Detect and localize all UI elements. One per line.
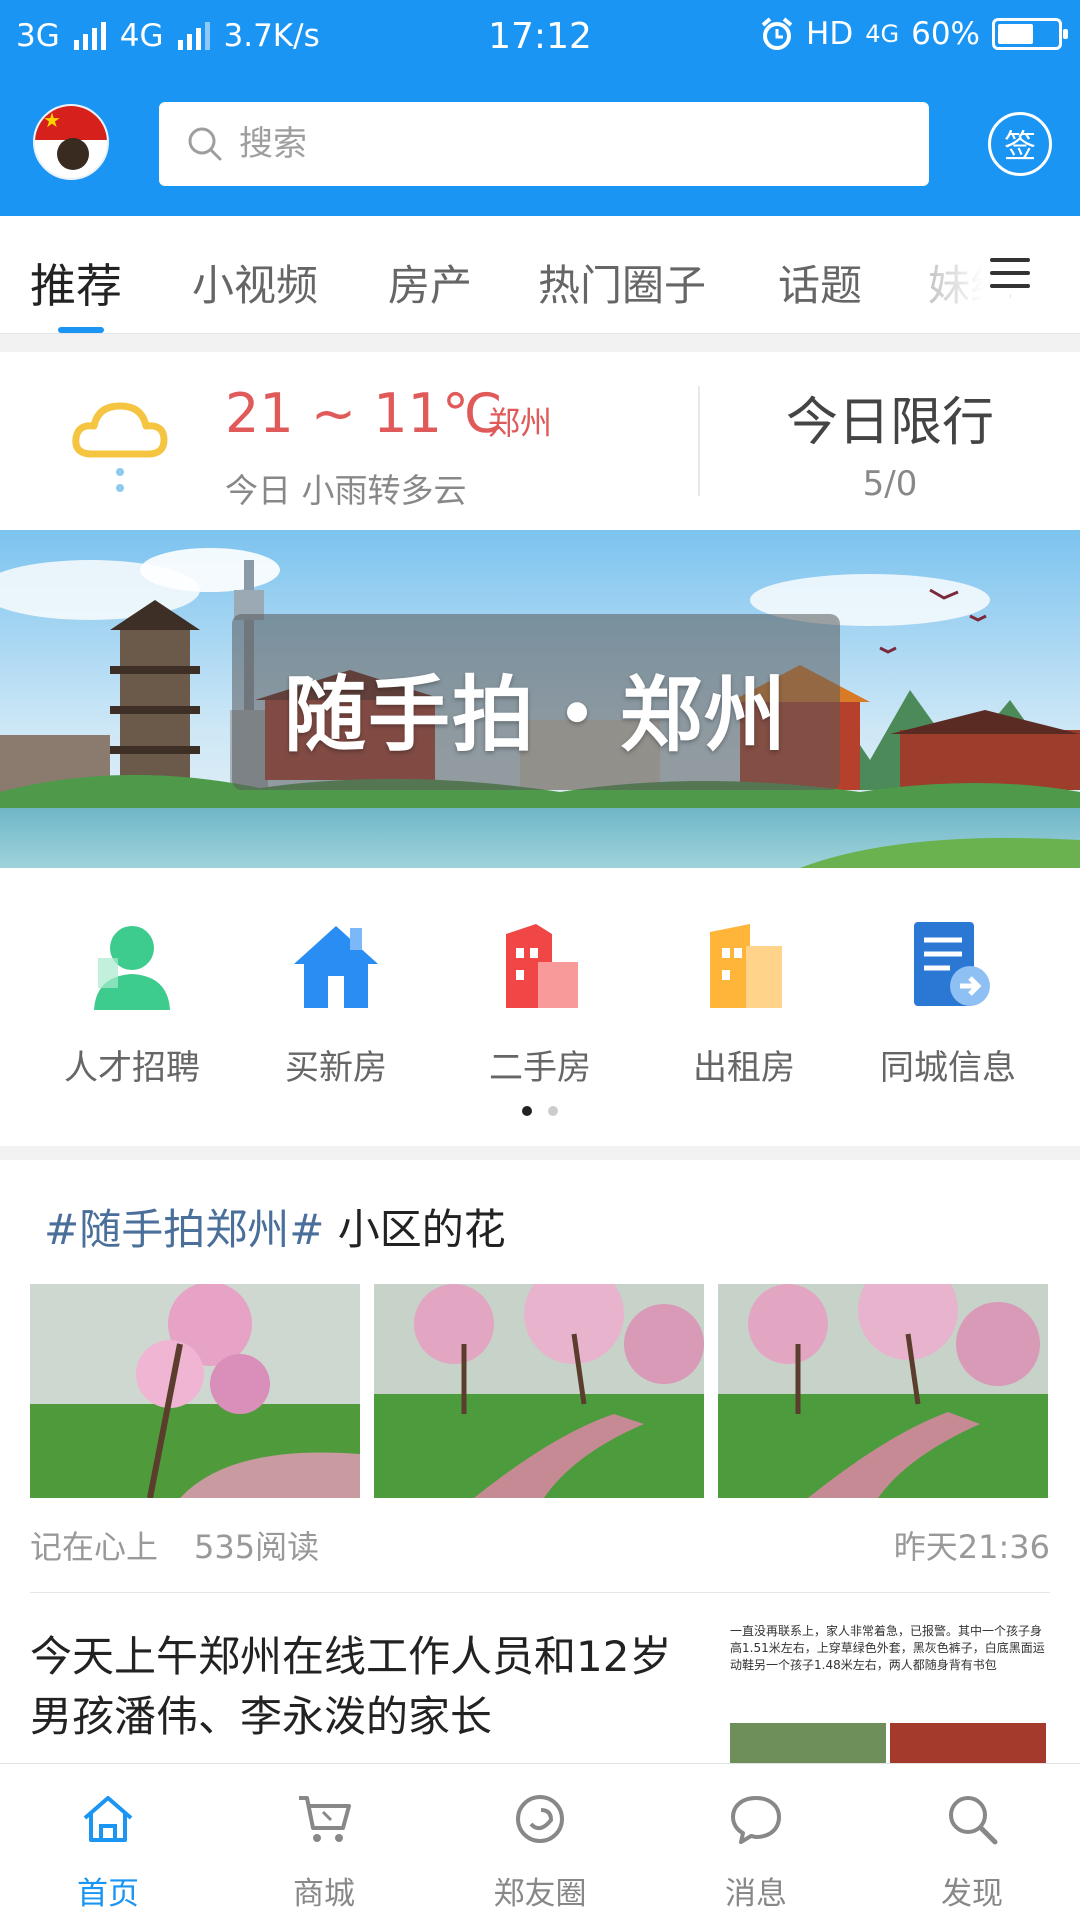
active-tab-indicator [58, 327, 104, 333]
search-input[interactable] [239, 124, 919, 164]
avatar-face [57, 138, 89, 170]
banner-caption: 随手拍・郑州 [283, 668, 788, 763]
page-indicator [0, 1106, 1080, 1116]
thumbnail-3[interactable] [718, 1284, 1048, 1498]
search-icon [188, 127, 222, 161]
person-icon [84, 918, 180, 1014]
quick-link-jobs[interactable]: 人才招聘 [24, 918, 240, 1089]
post-title: #随手拍郑州# 小区的花 [44, 1196, 506, 1257]
building-orange-icon [696, 918, 792, 1014]
post-reads: 535阅读 [194, 1528, 320, 1566]
post-hashtag[interactable]: #随手拍郑州# [44, 1205, 324, 1254]
nav-label: 商城 [293, 1876, 355, 1912]
star-icon: ★ [43, 108, 61, 132]
section-gap [0, 1146, 1080, 1160]
weather-description: 今日 小雨转多云 [225, 471, 467, 510]
battery-percent: 60% [911, 16, 980, 52]
traffic-limit-value: 5/0 [862, 464, 918, 504]
tab-short-video[interactable]: 小视频 [192, 252, 318, 313]
thumbnail-1[interactable] [30, 1284, 360, 1498]
traffic-limit-title[interactable]: 今日限行 [700, 380, 1080, 455]
quick-link-label: 买新房 [285, 1048, 387, 1088]
post-thumbnails [30, 1284, 1048, 1498]
menu-icon[interactable] [990, 258, 1030, 290]
post-title-text: 小区的花 [324, 1205, 506, 1254]
quick-link-second-hand[interactable]: 二手房 [432, 918, 648, 1089]
status-bar: 3G 4G 3.7K/s 17:12 HD 4G 60% [0, 0, 1080, 74]
document-arrow-icon [900, 918, 996, 1014]
news-headline: 今天上午郑州在线工作人员和12岁男孩潘伟、李永泼的家长 [30, 1632, 672, 1741]
tab-real-estate[interactable]: 房产 [388, 252, 472, 313]
network-type-3: 4G [865, 20, 900, 48]
nav-label: 消息 [725, 1876, 787, 1912]
quick-link-label: 人才招聘 [64, 1048, 200, 1088]
nav-discover[interactable]: 发现 [864, 1790, 1080, 1913]
avatar[interactable]: ★ [33, 104, 109, 180]
building-red-icon [492, 918, 588, 1014]
house-icon [288, 918, 384, 1014]
quick-link-label: 同城信息 [880, 1048, 1016, 1088]
category-tabs: 推荐 小视频 房产 热门圈子 话题 妹纸 [0, 216, 1080, 334]
post-author[interactable]: 记在心上 [30, 1528, 158, 1566]
bottom-navigation: 首页 商城 郑友圈 消息 发现 [0, 1763, 1080, 1920]
nav-label: 发现 [941, 1876, 1003, 1912]
home-icon [83, 1796, 133, 1842]
app-header: ★ 签 [0, 74, 1080, 216]
rain-cloud-icon [72, 402, 168, 492]
quick-link-rental[interactable]: 出租房 [636, 918, 852, 1089]
nav-messages[interactable]: 消息 [648, 1790, 864, 1913]
quick-link-new-house[interactable]: 买新房 [228, 918, 444, 1089]
status-right: HD 4G 60% [760, 16, 1068, 52]
feed-post-news[interactable]: 今天上午郑州在线工作人员和12岁男孩潘伟、李永泼的家长 一直没再联系上，家人非常… [0, 1593, 1080, 1763]
feed-post-photo[interactable]: #随手拍郑州# 小区的花 记在心上 535阅读 昨天21:36 [0, 1160, 1080, 1592]
nav-home[interactable]: 首页 [0, 1790, 216, 1913]
nav-label: 郑友圈 [493, 1876, 587, 1912]
quick-link-label: 二手房 [489, 1048, 591, 1088]
battery-fill [998, 24, 1033, 44]
search-bar[interactable] [159, 102, 929, 186]
news-thumbnail-text: 一直没再联系上，家人非常着急，已报警。其中一个孩子身高1.51米左右，上穿草绿色… [730, 1624, 1045, 1672]
circle-chat-icon [516, 1795, 564, 1843]
promo-banner[interactable]: 随手拍・郑州 [0, 530, 1080, 868]
quick-link-local-info[interactable]: 同城信息 [840, 918, 1056, 1089]
battery-icon [992, 18, 1068, 50]
news-thumbnail-photo [730, 1723, 1046, 1763]
city-name: 郑州 [488, 404, 553, 442]
search-icon [949, 1796, 998, 1845]
thumbnail-2[interactable] [374, 1284, 704, 1498]
section-gap [0, 334, 1080, 352]
post-time: 昨天21:36 [893, 1528, 1050, 1566]
weather-card[interactable]: 21 ~ 11℃ 郑州 今日 小雨转多云 今日限行 5/0 [0, 352, 1080, 530]
tab-recommend[interactable]: 推荐 [30, 250, 122, 316]
hd-label: HD [806, 16, 854, 52]
alarm-icon [761, 17, 793, 50]
checkin-button[interactable]: 签 [988, 112, 1052, 176]
tab-hot-circles[interactable]: 热门圈子 [538, 252, 706, 313]
post-meta: 记在心上 535阅读 [30, 1522, 319, 1568]
temperature: 21 ~ 11℃ [225, 382, 503, 445]
news-thumbnail: 一直没再联系上，家人非常着急，已报警。其中一个孩子身高1.51米左右，上穿草绿色… [726, 1621, 1050, 1763]
nav-mall[interactable]: 商城 [216, 1790, 432, 1913]
quick-link-label: 出租房 [693, 1048, 795, 1088]
nav-friends-circle[interactable]: 郑友圈 [432, 1790, 648, 1913]
nav-label: 首页 [77, 1876, 139, 1912]
message-icon [731, 1796, 781, 1844]
cart-icon [299, 1796, 351, 1842]
tab-topics[interactable]: 话题 [778, 252, 862, 313]
quick-links: 人才招聘 买新房 二手房 出租房 同城信息 [0, 868, 1080, 1146]
